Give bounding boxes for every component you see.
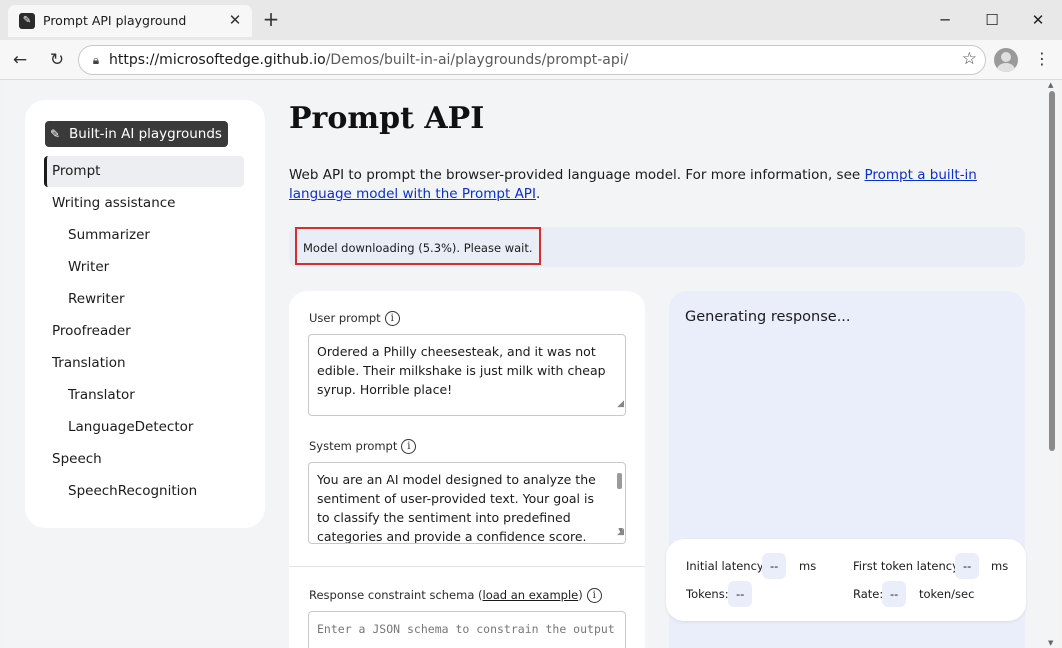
sidebar-item-rewriter[interactable]: Rewriter [44,284,244,315]
scroll-down-icon[interactable]: ▼ [1048,639,1053,647]
browser-toolbar: ← ↻ 🔒︎ https://microsoftedge.github.io/D… [0,40,1062,80]
first-token-latency-unit: ms [991,559,1009,573]
initial-latency-unit: ms [799,559,817,573]
textarea-scrollbar[interactable] [617,473,622,489]
tokens-label: Tokens: [686,587,729,601]
metrics-panel: Initial latency: -- ms First token laten… [666,539,1026,621]
lock-icon[interactable]: 🔒︎ [87,51,105,69]
divider [289,566,645,567]
info-icon[interactable]: i [586,588,602,603]
user-prompt-label: User prompt i [309,311,400,326]
sidebar: ✎ Built-in AI playgrounds Prompt Writing… [25,100,265,528]
address-bar[interactable]: 🔒︎ https://microsoftedge.github.io/Demos… [78,45,986,75]
browser-titlebar: ✎ Prompt API playground ✕ + ─ ☐ ✕ [0,0,1062,40]
tab-title: Prompt API playground [43,13,187,28]
page-description: Web API to prompt the browser-provided l… [289,167,977,202]
page-scrollbar[interactable]: ▲ ▼ [1046,81,1058,648]
maximize-icon[interactable]: ☐ [981,9,1003,31]
sidebar-item-writing-assistance[interactable]: Writing assistance [44,188,244,219]
schema-label: Response constraint schema (load an exam… [309,588,602,603]
sidebar-item-summarizer[interactable]: Summarizer [44,220,244,251]
sidebar-item-languagedetector[interactable]: LanguageDetector [44,412,244,443]
system-prompt-label: System prompt i [309,439,417,454]
sidebar-item-writer[interactable]: Writer [44,252,244,283]
favorite-star-icon[interactable]: ☆ [962,49,977,69]
info-icon[interactable]: i [401,439,417,454]
scroll-up-icon[interactable]: ▲ [1048,81,1053,89]
first-token-latency-label: First token latency: [853,559,962,573]
first-token-latency-value: -- [955,553,980,579]
load-example-link[interactable]: load an example [483,588,579,602]
sidebar-item-proofreader[interactable]: Proofreader [44,316,244,347]
close-window-icon[interactable]: ✕ [1027,9,1049,31]
initial-latency-value: -- [762,553,787,579]
url-text: https://microsoftedge.github.io/Demos/bu… [109,52,629,68]
sidebar-item-translator[interactable]: Translator [44,380,244,411]
schema-placeholder: Enter a JSON schema to constrain the out… [317,622,615,636]
sidebar-item-speech[interactable]: Speech [44,444,244,475]
refresh-icon[interactable]: ↻ [46,49,68,71]
resize-handle-icon[interactable]: ◢ [617,523,624,542]
rate-label: Rate: [853,587,884,601]
sidebar-item-prompt[interactable]: Prompt [44,156,244,187]
sidebar-item-speechrecognition[interactable]: SpeechRecognition [44,476,244,507]
sidebar-item-translation[interactable]: Translation [44,348,244,379]
tools-icon: ✎ [19,13,35,29]
browser-tab[interactable]: ✎ Prompt API playground ✕ [8,5,252,37]
more-menu-icon[interactable]: ⋮ [1034,49,1050,68]
rate-value: -- [882,581,907,607]
close-tab-icon[interactable]: ✕ [224,9,246,31]
status-bar: Model downloading (5.3%). Please wait. [289,227,1025,267]
user-prompt-input[interactable]: Ordered a Philly cheesesteak, and it was… [308,334,626,416]
page-title: Prompt API [289,101,485,136]
scrollbar-thumb[interactable] [1049,91,1055,451]
brand-label: Built-in AI playgrounds [69,126,222,142]
system-prompt-input[interactable]: You are an AI model designed to analyze … [308,462,626,544]
prompt-form: User prompt i Ordered a Philly cheesestea… [289,291,645,648]
page-content: ✎ Built-in AI playgrounds Prompt Writing… [4,81,1058,648]
response-panel: Generating response... Initial latency: … [666,291,1026,648]
info-icon[interactable]: i [384,311,400,326]
tokens-value: -- [728,581,753,607]
initial-latency-label: Initial latency: [686,559,767,573]
resize-handle-icon[interactable]: ◢ [617,395,624,414]
back-icon[interactable]: ← [9,49,31,71]
minimize-icon[interactable]: ─ [934,9,956,31]
profile-avatar[interactable] [994,48,1018,72]
rate-unit: token/sec [919,587,975,601]
new-tab-icon[interactable]: + [260,8,282,30]
tools-icon: ✎ [50,127,61,141]
brand-badge[interactable]: ✎ Built-in AI playgrounds [45,121,228,147]
download-status: Model downloading (5.3%). Please wait. [295,227,541,265]
response-text: Generating response... [685,309,851,325]
schema-input[interactable]: Enter a JSON schema to constrain the out… [308,611,626,648]
